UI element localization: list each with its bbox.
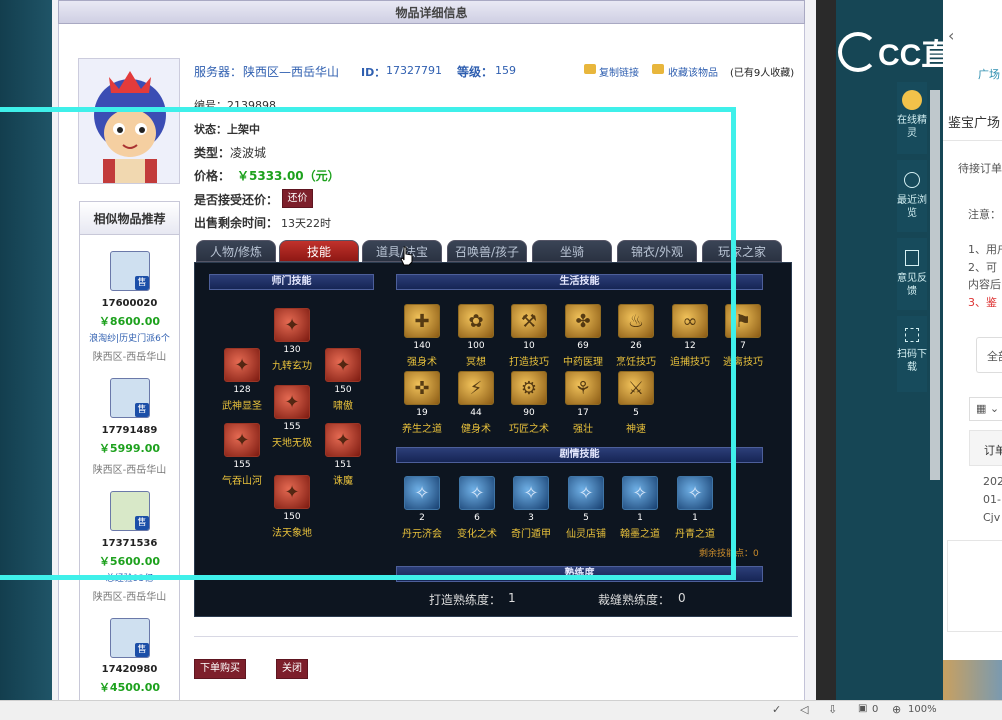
- tailor-proficiency-label: 裁缝熟练度：: [598, 593, 671, 607]
- square-tab[interactable]: 广场: [978, 66, 1000, 82]
- online-sprite-button[interactable]: 在线精灵: [897, 82, 927, 154]
- collect-button[interactable]: 收藏该物品: [668, 64, 718, 79]
- level-label: 等级：: [457, 65, 494, 79]
- sidebar-label: 意见反馈: [897, 273, 927, 297]
- order-table-body: [947, 540, 1002, 632]
- page-title: 物品详细信息: [58, 0, 805, 24]
- level-value: 159: [495, 64, 516, 77]
- sidebar-label: 最近浏览: [897, 195, 927, 219]
- sprite-icon: [902, 90, 922, 110]
- taskbar-thumbnail: [943, 660, 1002, 700]
- feedback-button[interactable]: 意见反馈: [897, 238, 927, 310]
- order-header: 订单: [969, 430, 1002, 466]
- grid-view-icon[interactable]: ▦ ⌄: [969, 397, 1002, 421]
- filter-select[interactable]: 全部: [976, 337, 1002, 373]
- status-bar: [0, 700, 1002, 720]
- recent-browse-button[interactable]: 最近浏览: [897, 160, 927, 232]
- order-cell: 01-: [983, 493, 1001, 506]
- scan-icon: [905, 328, 919, 342]
- edit-icon: [905, 250, 919, 266]
- note-line: 1、用户: [968, 243, 1002, 256]
- forge-proficiency-label: 打造熟练度：: [429, 593, 502, 607]
- pending-orders-tab[interactable]: 待接订单: [958, 160, 1002, 176]
- collect-count: (已有9人收藏): [730, 68, 795, 79]
- tailor-proficiency-value: 0: [678, 591, 686, 605]
- server-value: 陕西区—西岳华山: [243, 65, 340, 79]
- scroll-gutter: [816, 0, 836, 700]
- note-label: 注意：: [968, 208, 1001, 221]
- id-value: 17327791: [386, 64, 442, 77]
- forge-proficiency-value: 1: [508, 591, 516, 605]
- counter-value: 0: [872, 704, 879, 715]
- similar-item-server: 陕西区-西岳华山: [92, 592, 167, 603]
- divider: [943, 140, 1002, 141]
- scan-download-button[interactable]: 扫码下载: [897, 316, 927, 392]
- speaker-icon[interactable]: ◁: [800, 703, 808, 716]
- sidebar-label: 在线精灵: [897, 115, 927, 139]
- collect-icon[interactable]: [652, 64, 664, 74]
- sale-badge: 售: [135, 643, 149, 657]
- counter-icon[interactable]: ▣: [858, 703, 867, 714]
- sidebar-label: 扫码下载: [897, 349, 927, 373]
- download-icon[interactable]: ⇩: [828, 703, 837, 716]
- note-line: 内容后: [968, 278, 1001, 291]
- order-header-label: 订单: [984, 444, 1002, 457]
- close-button[interactable]: 关闭: [276, 659, 308, 679]
- right-panel-title: 鉴宝广场: [948, 116, 1001, 131]
- server-label: 服务器：: [194, 65, 243, 79]
- buy-button[interactable]: 下单购买: [194, 659, 246, 679]
- clock-icon: [904, 172, 920, 188]
- hand-cursor-icon: [400, 246, 413, 266]
- copy-link-button[interactable]: 复制链接: [599, 64, 639, 79]
- note-line: 2、可: [968, 261, 997, 274]
- similar-item-icon[interactable]: 售: [110, 618, 150, 658]
- cc-logo-icon: [838, 32, 878, 72]
- divider: [194, 636, 798, 637]
- copy-link-icon[interactable]: [584, 64, 596, 74]
- note-line: 3、鉴: [968, 296, 997, 309]
- zoom-icon[interactable]: ⊕: [892, 703, 901, 716]
- id-label: ID：: [361, 66, 386, 79]
- similar-item-price: ￥4500.00: [98, 681, 161, 694]
- screen-annotation-rectangle: [0, 107, 736, 580]
- similar-item-id[interactable]: 17420980: [79, 664, 180, 675]
- back-icon[interactable]: ‹: [948, 26, 954, 45]
- order-cell: 202: [983, 475, 1002, 488]
- cc-sidebar-bg: [836, 0, 944, 700]
- filter-select-value: 全部: [987, 350, 1002, 363]
- zoom-level: 100%: [908, 704, 937, 715]
- shield-icon[interactable]: ✓: [772, 703, 781, 716]
- order-cell: Cjv: [983, 511, 1001, 524]
- scrollbar[interactable]: [930, 90, 940, 480]
